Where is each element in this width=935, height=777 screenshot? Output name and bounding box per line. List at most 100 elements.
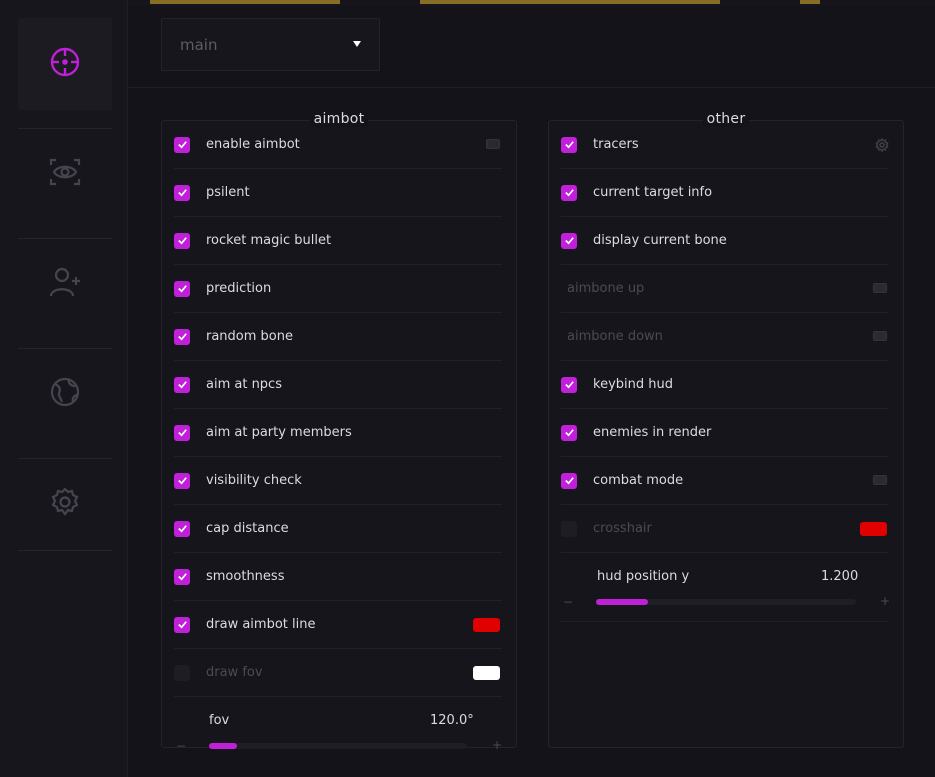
option-label: draw fov: [206, 665, 263, 680]
list-item: enemies in render: [561, 409, 889, 457]
header: main: [128, 0, 935, 88]
gear-icon: [47, 484, 83, 524]
list-item: aimbone up: [561, 265, 889, 313]
checkbox[interactable]: [174, 568, 190, 585]
chevron-down-icon: [353, 41, 361, 47]
checkbox[interactable]: [174, 472, 190, 489]
checkbox[interactable]: [174, 184, 190, 201]
list-item: crosshair: [561, 505, 889, 553]
option-label: keybind hud: [593, 377, 673, 392]
option-label: display current bone: [593, 233, 727, 248]
option-label: tracers: [593, 137, 639, 152]
nav-settings[interactable]: [18, 458, 112, 550]
checkbox[interactable]: [174, 136, 190, 153]
checkbox[interactable]: [174, 424, 190, 441]
option-label: visibility check: [206, 473, 302, 488]
slider-decrease-button[interactable]: −: [176, 739, 186, 753]
slider-value: 120.0°: [430, 713, 474, 728]
slider-fill: [596, 599, 648, 605]
checkbox[interactable]: [561, 424, 577, 441]
checkbox[interactable]: [561, 520, 577, 537]
checkbox[interactable]: [561, 184, 577, 201]
list-item: keybind hud: [561, 361, 889, 409]
slider-decrease-button[interactable]: −: [563, 595, 573, 609]
list-item: aim at npcs: [174, 361, 502, 409]
slider-label: fov: [209, 713, 230, 728]
nav-aimbot[interactable]: [18, 18, 112, 110]
color-swatch[interactable]: [473, 666, 500, 680]
nav-visuals[interactable]: [18, 128, 112, 220]
keybind-button[interactable]: [873, 331, 887, 341]
sidebar: [0, 0, 128, 777]
list-item: enable aimbot: [174, 121, 502, 169]
list-item: draw fov: [174, 649, 502, 697]
checkbox[interactable]: [174, 520, 190, 537]
slider-fill: [209, 743, 238, 749]
list-item: current target info: [561, 169, 889, 217]
option-label: random bone: [206, 329, 293, 344]
option-label: cap distance: [206, 521, 289, 536]
option-label: prediction: [206, 281, 272, 296]
checkbox[interactable]: [174, 664, 190, 681]
list-item: aim at party members: [174, 409, 502, 457]
slider-increase-button[interactable]: +: [880, 594, 890, 608]
list-item: visibility check: [174, 457, 502, 505]
slider-increase-button[interactable]: +: [492, 738, 502, 752]
divider: [561, 621, 889, 622]
checkbox[interactable]: [174, 376, 190, 393]
option-label: aimbone up: [567, 281, 645, 296]
list-item: smoothness: [174, 553, 502, 601]
slider-label: hud position y: [597, 569, 690, 584]
list-item: draw aimbot line: [174, 601, 502, 649]
config-select[interactable]: main: [161, 18, 380, 71]
list-item: combat mode: [561, 457, 889, 505]
crosshair-icon: [47, 44, 83, 84]
option-label: aim at party members: [206, 425, 352, 440]
checkbox[interactable]: [561, 472, 577, 489]
keybind-button[interactable]: [873, 475, 887, 485]
list-item: random bone: [174, 313, 502, 361]
option-label: psilent: [206, 185, 250, 200]
checkbox[interactable]: [174, 328, 190, 345]
config-select-value: main: [180, 35, 218, 54]
list-item: psilent: [174, 169, 502, 217]
slider-value: 1.200: [821, 569, 859, 584]
checkbox[interactable]: [174, 232, 190, 249]
list-item: display current bone: [561, 217, 889, 265]
globe-icon: [47, 374, 83, 414]
hud-position-slider[interactable]: [596, 599, 856, 605]
checkbox[interactable]: [561, 136, 577, 153]
option-label: rocket magic bullet: [206, 233, 332, 248]
fov-slider[interactable]: [209, 743, 467, 749]
list-item: cap distance: [174, 505, 502, 553]
list-item: prediction: [174, 265, 502, 313]
list-item: rocket magic bullet: [174, 217, 502, 265]
other-panel: other tracers current target info displa…: [548, 111, 904, 748]
option-label: aim at npcs: [206, 377, 282, 392]
color-swatch[interactable]: [473, 618, 500, 632]
nav-world[interactable]: [18, 348, 112, 440]
option-label: draw aimbot line: [206, 617, 316, 632]
option-label: combat mode: [593, 473, 684, 488]
color-swatch[interactable]: [860, 522, 887, 536]
list-item: tracers: [561, 121, 889, 169]
checkbox[interactable]: [174, 280, 190, 297]
list-item: aimbone down: [561, 313, 889, 361]
nav-players[interactable]: [18, 238, 112, 330]
option-label: smoothness: [206, 569, 285, 584]
option-label: aimbone down: [567, 329, 663, 344]
option-label: enable aimbot: [206, 137, 300, 152]
keybind-button[interactable]: [486, 139, 500, 149]
checkbox[interactable]: [561, 376, 577, 393]
keybind-button[interactable]: [873, 283, 887, 293]
checkbox[interactable]: [174, 616, 190, 633]
nav-divider: [18, 550, 112, 551]
add-user-icon: [47, 264, 83, 304]
eye-icon: [47, 154, 83, 194]
option-label: current target info: [593, 185, 713, 200]
checkbox[interactable]: [561, 232, 577, 249]
option-label: crosshair: [593, 521, 652, 536]
aimbot-panel: aimbot enable aimbot psilent rocket magi…: [161, 111, 517, 753]
settings-gear-icon[interactable]: [875, 137, 889, 153]
option-label: enemies in render: [593, 425, 712, 440]
